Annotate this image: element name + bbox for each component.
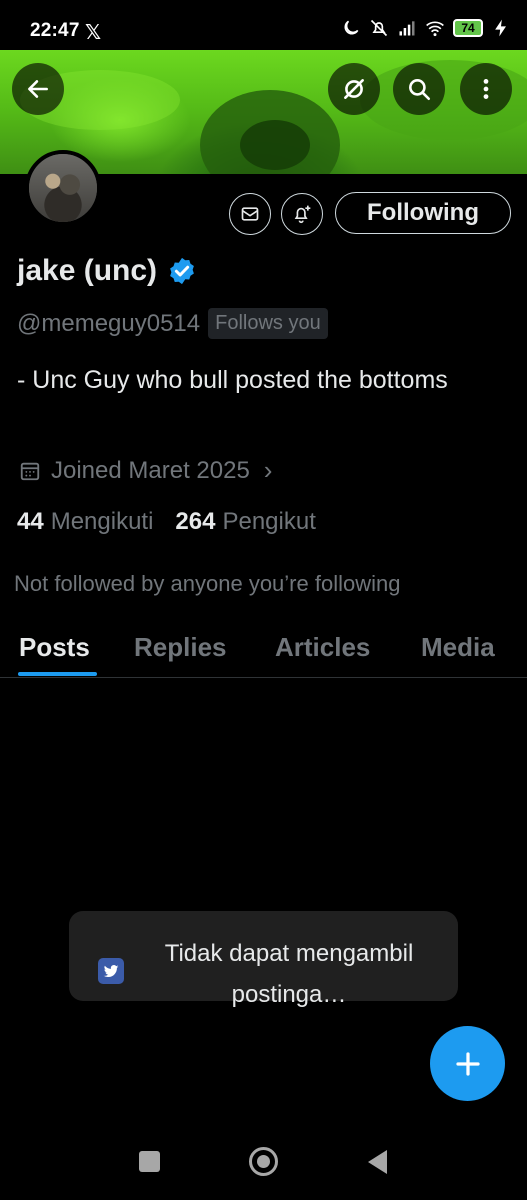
moon-icon: [344, 20, 359, 35]
x-logo-icon: 𝕏: [85, 22, 102, 44]
plus-icon: [455, 1051, 480, 1076]
signal-icon: [399, 21, 415, 36]
tab-replies[interactable]: Replies: [134, 632, 227, 663]
status-bar: 22:47 𝕏 74: [0, 0, 527, 50]
back-icon: [28, 80, 48, 98]
following-count-link[interactable]: 44 Mengikuti: [17, 508, 153, 536]
mute-icon: [370, 19, 388, 37]
grok-button[interactable]: [328, 63, 380, 115]
charging-icon: [495, 19, 506, 37]
active-tab-indicator: [18, 672, 97, 676]
tab-posts[interactable]: Posts: [19, 632, 90, 663]
follows-you-badge: Follows you: [208, 308, 328, 339]
name-row: jake (unc): [17, 254, 197, 288]
grok-icon: [344, 79, 364, 99]
user-handle: @memeguy0514: [17, 309, 201, 337]
compose-button[interactable]: [430, 1026, 505, 1101]
joined-label: Joined Maret 2025: [51, 456, 250, 484]
notify-button[interactable]: [281, 193, 323, 235]
battery-icon: 74: [453, 19, 483, 37]
bell-plus-icon: [294, 205, 311, 224]
system-nav-bar: [0, 1120, 527, 1200]
avatar[interactable]: [25, 150, 101, 226]
back-button[interactable]: [12, 63, 64, 115]
profile-bio: - Unc Guy who bull posted the bottoms: [17, 366, 448, 394]
tab-articles[interactable]: Articles: [275, 632, 370, 663]
followers-count-link[interactable]: 264 Pengikut: [175, 508, 315, 536]
more-icon: [483, 79, 489, 99]
handle-row: @memeguy0514 Follows you: [17, 308, 328, 339]
following-label: Mengikuti: [50, 508, 154, 535]
following-button[interactable]: Following: [335, 192, 511, 234]
search-icon: [409, 79, 431, 101]
chevron-right-icon: ›: [263, 455, 273, 485]
calendar-icon: [20, 462, 40, 480]
mail-icon: [241, 207, 259, 221]
wifi-icon: [426, 21, 444, 37]
search-button[interactable]: [393, 63, 445, 115]
mutual-followers-text: Not followed by anyone you’re following: [14, 571, 401, 596]
display-name: jake (unc): [17, 254, 158, 287]
tab-media[interactable]: Media: [421, 632, 495, 663]
joined-date[interactable]: Joined Maret 2025 ›: [19, 455, 272, 486]
message-button[interactable]: [229, 193, 271, 235]
follow-stats: 44 Mengikuti 264 Pengikut: [17, 508, 316, 536]
home-button[interactable]: [249, 1147, 278, 1176]
followers-count: 264: [175, 508, 216, 535]
system-back-button[interactable]: [368, 1150, 387, 1174]
profile-tabs: Posts Replies Articles Media: [0, 626, 527, 678]
followers-label: Pengikut: [222, 508, 316, 535]
toast-message: Tidak dapat mengambil postinga…: [164, 940, 414, 1008]
following-count: 44: [17, 508, 44, 535]
recents-button[interactable]: [139, 1151, 160, 1172]
error-toast: Tidak dapat mengambil postinga…: [69, 911, 458, 1008]
status-time: 22:47: [30, 20, 80, 41]
twitter-bird-icon: [98, 958, 124, 984]
more-button[interactable]: [460, 63, 512, 115]
verified-badge-icon: [167, 256, 197, 286]
